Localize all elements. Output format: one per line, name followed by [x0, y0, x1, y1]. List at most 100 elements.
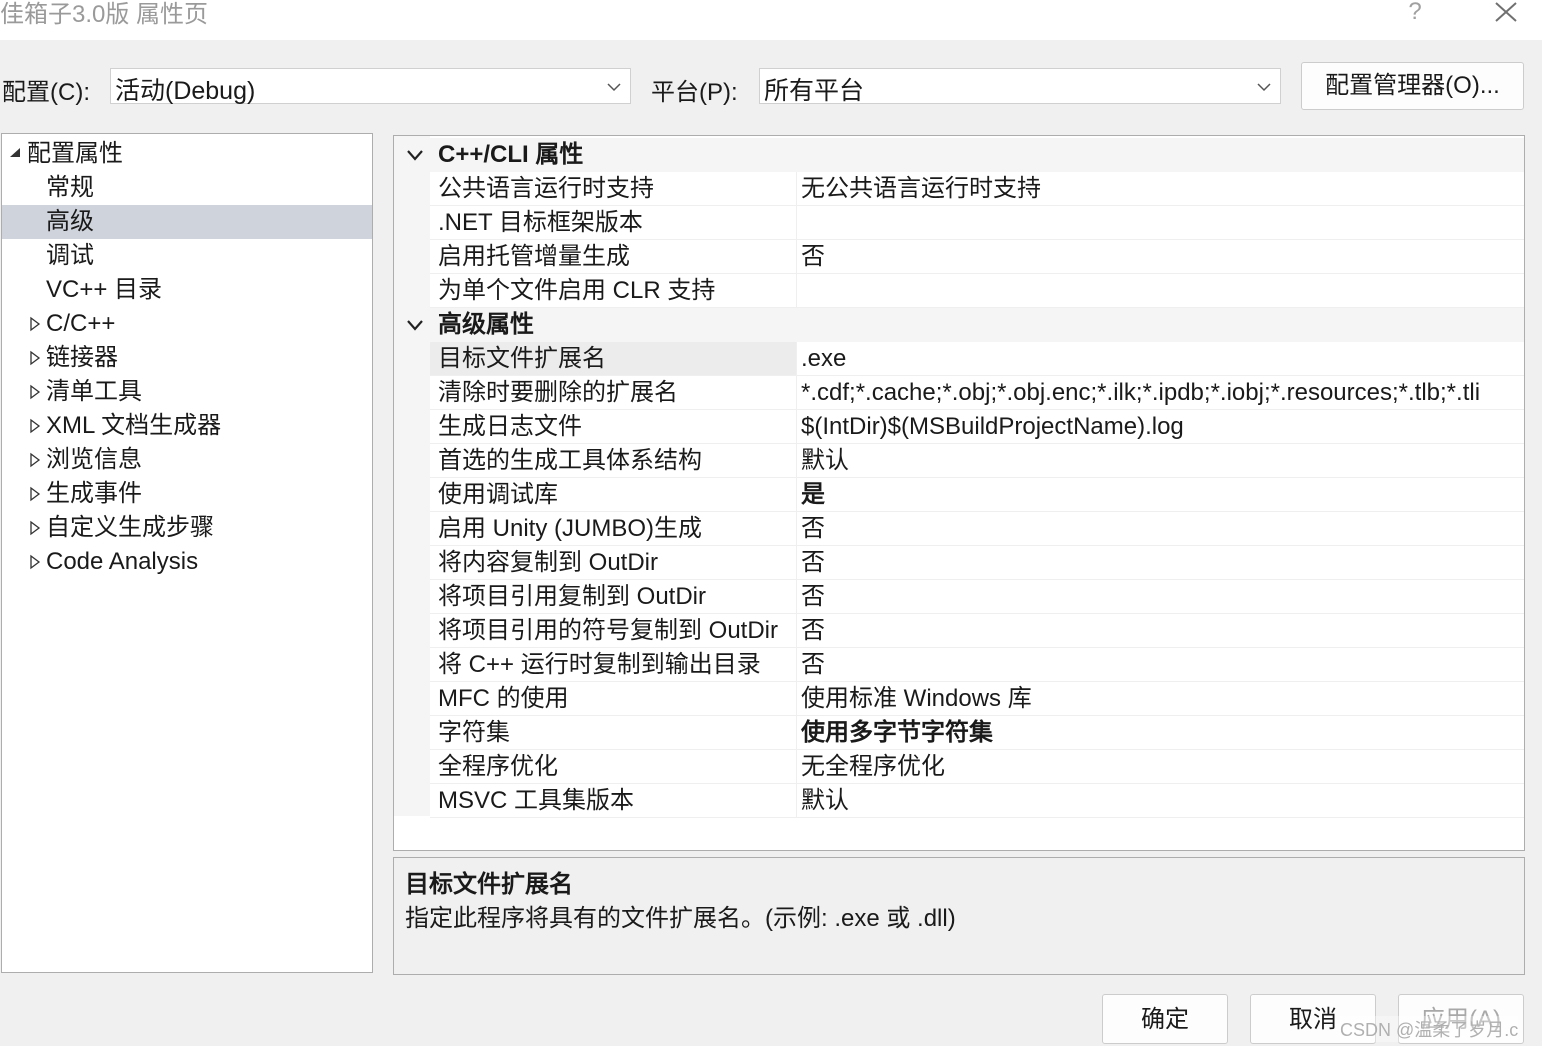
property-row[interactable]: 为单个文件启用 CLR 支持 [430, 274, 1524, 308]
property-name: 将内容复制到 OutDir [438, 549, 659, 576]
property-row[interactable]: 全程序优化 无全程序优化 [430, 750, 1524, 784]
property-row[interactable]: 公共语言运行时支持 无公共语言运行时支持 [430, 172, 1524, 206]
collapsed-arrow-icon[interactable] [28, 315, 42, 333]
tree-item[interactable]: 自定义生成步骤 [2, 511, 372, 545]
close-icon [1495, 2, 1517, 22]
property-row[interactable]: MSVC 工具集版本 默认 [430, 784, 1524, 818]
property-value[interactable]: 否 [796, 648, 1524, 681]
collapsed-arrow-icon[interactable] [28, 451, 42, 469]
property-name: 首选的生成工具体系结构 [438, 447, 702, 474]
property-row[interactable]: 将 C++ 运行时复制到输出目录 否 [430, 648, 1524, 682]
property-row[interactable]: 将项目引用复制到 OutDir 否 [430, 580, 1524, 614]
property-row[interactable]: 首选的生成工具体系结构 默认 [430, 444, 1524, 478]
tree-item-label: 链接器 [46, 344, 118, 371]
property-name: 启用 Unity (JUMBO)生成 [438, 515, 702, 542]
tree-item[interactable]: XML 文档生成器 [2, 409, 372, 443]
platform-dropdown[interactable]: 所有平台 [759, 68, 1281, 105]
property-row[interactable]: .NET 目标框架版本 [430, 206, 1524, 240]
property-value[interactable] [796, 206, 1524, 239]
property-value[interactable]: 否 [796, 614, 1524, 647]
property-value[interactable]: 使用多字节字符集 [796, 716, 1524, 749]
property-name: 清除时要删除的扩展名 [438, 379, 678, 406]
tree-item[interactable]: 调试 [2, 239, 372, 273]
property-name: 全程序优化 [438, 753, 558, 780]
tree-item-label: 浏览信息 [46, 446, 142, 473]
description-title: 目标文件扩展名 [405, 871, 573, 898]
tree-item-label: 常规 [46, 174, 94, 201]
property-name: 目标文件扩展名 [430, 342, 796, 375]
category-header[interactable]: C++/CLI 属性 [394, 138, 1524, 172]
category-title: 高级属性 [438, 311, 534, 338]
property-value[interactable] [796, 274, 1524, 307]
collapsed-arrow-icon[interactable] [28, 383, 42, 401]
property-value[interactable]: 否 [796, 240, 1524, 273]
help-button[interactable]: ? [1400, 0, 1430, 30]
description-panel: 目标文件扩展名 指定此程序将具有的文件扩展名。(示例: .exe 或 .dll) [393, 857, 1525, 975]
config-manager-button[interactable]: 配置管理器(O)... [1301, 62, 1524, 110]
property-row[interactable]: 清除时要删除的扩展名 *.cdf;*.cache;*.obj;*.obj.enc;… [430, 376, 1524, 410]
property-value[interactable]: 否 [796, 512, 1524, 545]
config-label: 配置(C): [2, 79, 90, 106]
property-name: MFC 的使用 [438, 685, 569, 712]
property-value[interactable]: 无公共语言运行时支持 [796, 172, 1524, 205]
property-row[interactable]: 将项目引用的符号复制到 OutDir 否 [430, 614, 1524, 648]
tree-item-label: Code Analysis [46, 548, 199, 575]
collapsed-arrow-icon[interactable] [28, 417, 42, 435]
tree-item-label: 配置属性 [27, 140, 123, 167]
property-row[interactable]: MFC 的使用 使用标准 Windows 库 [430, 682, 1524, 716]
property-value[interactable]: .exe [796, 342, 1524, 375]
watermark: CSDN @温柔了岁月.c [1340, 1016, 1519, 1042]
chevron-down-icon [407, 320, 423, 331]
property-row[interactable]: 启用托管增量生成 否 [430, 240, 1524, 274]
tree-item[interactable]: 配置属性 [2, 137, 372, 171]
tree-item[interactable]: 清单工具 [2, 375, 372, 409]
property-name: 生成日志文件 [438, 413, 582, 440]
property-name: 为单个文件启用 CLR 支持 [438, 277, 716, 304]
tree-item[interactable]: Code Analysis [2, 545, 372, 579]
tree-item-label: C/C++ [46, 310, 116, 337]
property-value[interactable]: 是 [796, 478, 1524, 511]
property-value[interactable]: 无全程序优化 [796, 750, 1524, 783]
property-row[interactable]: 使用调试库 是 [430, 478, 1524, 512]
chevron-down-icon [607, 83, 621, 92]
window-title: 佳箱子3.0版 属性页 [0, 1, 209, 28]
collapsed-arrow-icon[interactable] [28, 349, 42, 367]
property-row[interactable]: 字符集 使用多字节字符集 [430, 716, 1524, 750]
property-value[interactable]: 否 [796, 580, 1524, 613]
property-name: MSVC 工具集版本 [438, 787, 635, 814]
tree-item[interactable]: 链接器 [2, 341, 372, 375]
tree-item[interactable]: 浏览信息 [2, 443, 372, 477]
tree-item[interactable]: 常规 [2, 171, 372, 205]
chevron-down-icon [407, 150, 423, 161]
collapsed-arrow-icon[interactable] [28, 553, 42, 571]
config-dropdown[interactable]: 活动(Debug) [110, 68, 631, 105]
property-row[interactable]: 将内容复制到 OutDir 否 [430, 546, 1524, 580]
expanded-arrow-icon[interactable] [8, 145, 22, 163]
platform-label: 平台(P): [651, 79, 738, 106]
collapsed-arrow-icon[interactable] [28, 485, 42, 503]
tree-item[interactable]: 生成事件 [2, 477, 372, 511]
property-value[interactable]: 默认 [796, 444, 1524, 477]
tree-item-label: XML 文档生成器 [46, 412, 222, 439]
tree-item[interactable]: C/C++ [2, 307, 372, 341]
category-header[interactable]: 高级属性 [394, 308, 1524, 342]
property-row[interactable]: 启用 Unity (JUMBO)生成 否 [430, 512, 1524, 546]
collapsed-arrow-icon[interactable] [28, 519, 42, 537]
property-value[interactable]: $(IntDir)$(MSBuildProjectName).log [796, 410, 1524, 443]
close-button[interactable] [1488, 0, 1524, 30]
property-name: 字符集 [438, 719, 510, 746]
property-name: 使用调试库 [438, 481, 558, 508]
property-value[interactable]: 默认 [796, 784, 1524, 817]
config-dropdown-value: 活动(Debug) [115, 77, 256, 105]
property-row[interactable]: 生成日志文件 $(IntDir)$(MSBuildProjectName).log [430, 410, 1524, 444]
description-text: 指定此程序将具有的文件扩展名。(示例: .exe 或 .dll) [405, 905, 956, 932]
property-value[interactable]: 否 [796, 546, 1524, 579]
tree-item[interactable]: 高级 [2, 205, 372, 239]
title-bar: 佳箱子3.0版 属性页 ? [0, 0, 1542, 40]
property-name: 公共语言运行时支持 [438, 175, 654, 202]
property-value[interactable]: 使用标准 Windows 库 [796, 682, 1524, 715]
property-value[interactable]: *.cdf;*.cache;*.obj;*.obj.enc;*.ilk;*.ip… [796, 376, 1524, 409]
tree-item[interactable]: VC++ 目录 [2, 273, 372, 307]
ok-button[interactable]: 确定 [1102, 994, 1228, 1044]
property-row[interactable]: 目标文件扩展名 .exe [430, 342, 1524, 376]
